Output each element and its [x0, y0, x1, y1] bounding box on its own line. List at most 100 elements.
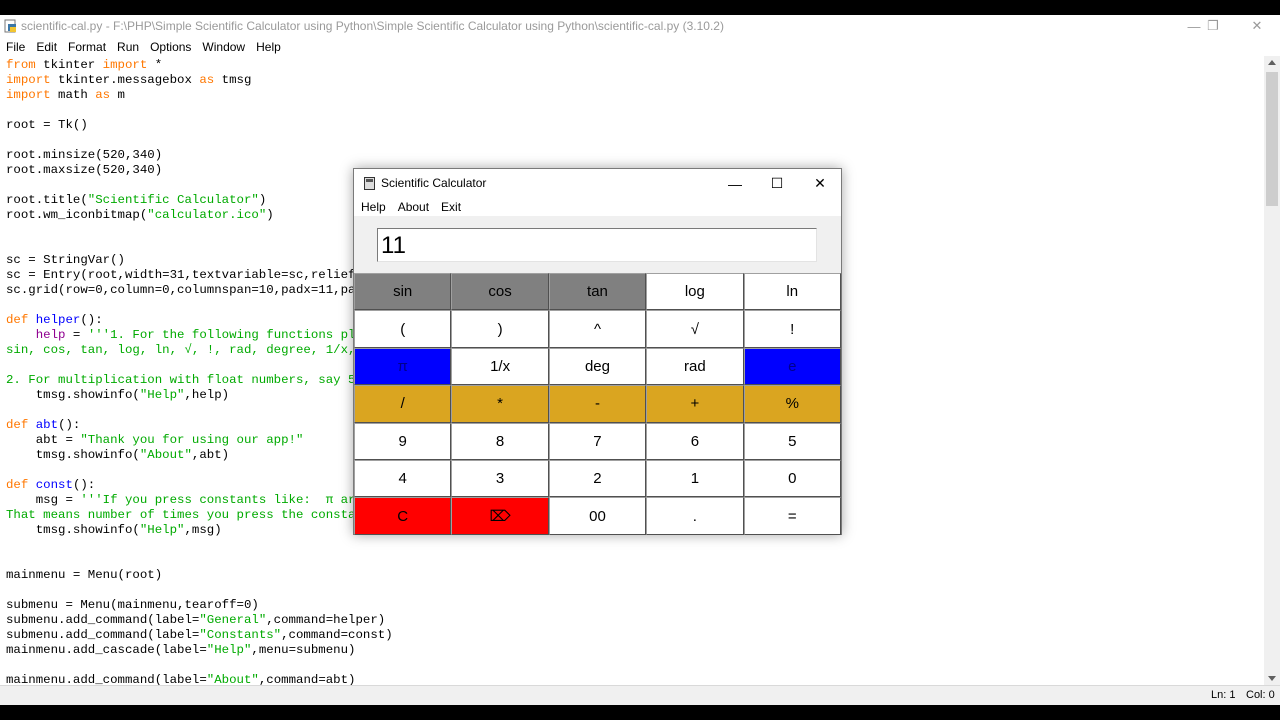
- code-line[interactable]: root.minsize(520,340): [6, 148, 393, 163]
- code-line[interactable]: sin, cos, tan, log, ln, √, !, rad, degre…: [6, 343, 393, 358]
- code-line[interactable]: mainmenu.add_command(label="About",comma…: [6, 673, 393, 685]
- key-e-button[interactable]: e: [743, 347, 841, 386]
- key-close-paren-button[interactable]: ): [451, 310, 549, 348]
- code-line[interactable]: ​: [6, 223, 393, 238]
- code-line[interactable]: root.maxsize(520,340): [6, 163, 393, 178]
- vertical-scrollbar[interactable]: [1264, 56, 1280, 685]
- code-text[interactable]: from tkinter import * import tkinter.mess…: [6, 58, 393, 685]
- key-multiply-button[interactable]: *: [451, 385, 549, 423]
- code-line[interactable]: submenu = Menu(mainmenu,tearoff=0): [6, 598, 393, 613]
- key-power-button[interactable]: ^: [548, 310, 647, 348]
- menu-file[interactable]: File: [0, 40, 30, 54]
- code-line[interactable]: ​: [6, 463, 393, 478]
- key-3-button[interactable]: 3: [451, 459, 549, 498]
- key-1-button[interactable]: 1: [646, 459, 744, 498]
- calc-close-icon[interactable]: ✕: [799, 169, 841, 198]
- calc-menu-exit[interactable]: Exit: [434, 200, 466, 214]
- key-5-button[interactable]: 5: [743, 422, 841, 460]
- key-pi-button[interactable]: π: [354, 347, 452, 386]
- code-line[interactable]: ​: [6, 658, 393, 673]
- key-tan-button[interactable]: tan: [548, 273, 647, 311]
- key-open-paren-button[interactable]: (: [354, 310, 452, 348]
- key-0-button[interactable]: 0: [743, 459, 841, 498]
- close-icon[interactable]: ✕: [1235, 15, 1279, 37]
- menu-edit[interactable]: Edit: [30, 40, 62, 54]
- key-plus-button[interactable]: +: [646, 385, 744, 423]
- code-line[interactable]: mainmenu.add_cascade(label="Help",menu=s…: [6, 643, 393, 658]
- key-deg-button[interactable]: deg: [548, 347, 647, 386]
- code-line[interactable]: submenu.add_command(label="General",comm…: [6, 613, 393, 628]
- code-line[interactable]: from tkinter import *: [6, 58, 393, 73]
- menu-run[interactable]: Run: [111, 40, 144, 54]
- calc-maximize-icon[interactable]: ☐: [756, 169, 798, 198]
- code-line[interactable]: def abt():: [6, 418, 393, 433]
- code-line[interactable]: ​: [6, 553, 393, 568]
- code-line[interactable]: import math as m: [6, 88, 393, 103]
- code-line[interactable]: ​: [6, 298, 393, 313]
- code-line[interactable]: def helper():: [6, 313, 393, 328]
- key-cos-button[interactable]: cos: [451, 273, 549, 311]
- code-line[interactable]: root = Tk(): [6, 118, 393, 133]
- code-line[interactable]: sc = StringVar(): [6, 253, 393, 268]
- code-line[interactable]: ​: [6, 178, 393, 193]
- menu-help[interactable]: Help: [250, 40, 286, 54]
- code-line[interactable]: submenu.add_command(label="Constants",co…: [6, 628, 393, 643]
- key-divide-button[interactable]: /: [354, 385, 452, 423]
- scrollbar-thumb[interactable]: [1266, 72, 1278, 206]
- keypad: sin cos tan log ln () ^ √! π 1/x deg rad e / * - +% 9 8 7 6 5…: [354, 273, 841, 535]
- calc-menu-help[interactable]: Help: [354, 200, 391, 214]
- code-line[interactable]: ​: [6, 583, 393, 598]
- scroll-up-icon[interactable]: [1268, 60, 1276, 65]
- code-line[interactable]: ​: [6, 133, 393, 148]
- menu-window[interactable]: Window: [196, 40, 250, 54]
- key-8-button[interactable]: 8: [451, 422, 549, 460]
- key-sin-button[interactable]: sin: [354, 273, 452, 311]
- code-line[interactable]: mainmenu = Menu(root): [6, 568, 393, 583]
- key-sqrt-button[interactable]: √: [646, 310, 744, 348]
- code-line[interactable]: ​: [6, 238, 393, 253]
- key-backspace-button[interactable]: ⌦: [451, 497, 549, 535]
- key-factorial-button[interactable]: !: [743, 310, 841, 348]
- restore-icon[interactable]: ❐: [1191, 15, 1235, 37]
- key-6-button[interactable]: 6: [646, 422, 744, 460]
- key-7-button[interactable]: 7: [548, 422, 647, 460]
- code-line[interactable]: help = '''1. For the following functions…: [6, 328, 393, 343]
- calculator-display[interactable]: 11: [377, 228, 817, 262]
- code-line[interactable]: msg = '''If you press constants like: π …: [6, 493, 393, 508]
- key-minus-button[interactable]: -: [548, 385, 647, 423]
- code-line[interactable]: tmsg.showinfo("Help",msg): [6, 523, 393, 538]
- code-line[interactable]: import tkinter.messagebox as tmsg: [6, 73, 393, 88]
- key-equals-button[interactable]: =: [743, 497, 841, 535]
- key-clear-button[interactable]: C: [354, 497, 452, 535]
- key-decimal-button[interactable]: .: [646, 497, 744, 535]
- code-line[interactable]: ​: [6, 103, 393, 118]
- code-line[interactable]: root.wm_iconbitmap("calculator.ico"): [6, 208, 393, 223]
- calc-minimize-icon[interactable]: —: [714, 169, 756, 198]
- menu-options[interactable]: Options: [144, 40, 196, 54]
- code-line[interactable]: That means number of times you press the…: [6, 508, 393, 523]
- code-line[interactable]: tmsg.showinfo("About",abt): [6, 448, 393, 463]
- code-line[interactable]: abt = "Thank you for using our app!": [6, 433, 393, 448]
- key-ln-button[interactable]: ln: [743, 273, 841, 311]
- scroll-down-icon[interactable]: [1268, 676, 1276, 681]
- code-line[interactable]: def const():: [6, 478, 393, 493]
- key-percent-button[interactable]: %: [743, 385, 841, 423]
- key-00-button[interactable]: 00: [548, 497, 647, 535]
- code-line[interactable]: ​: [6, 358, 393, 373]
- code-line[interactable]: sc.grid(row=0,column=0,columnspan=10,pad…: [6, 283, 393, 298]
- code-line[interactable]: ​: [6, 538, 393, 553]
- key-log-button[interactable]: log: [646, 273, 744, 311]
- calc-menu-about[interactable]: About: [391, 200, 434, 214]
- key-9-button[interactable]: 9: [354, 422, 452, 460]
- code-line[interactable]: 2. For multiplication with float numbers…: [6, 373, 393, 388]
- code-line[interactable]: ​: [6, 403, 393, 418]
- code-line[interactable]: sc = Entry(root,width=31,textvariable=sc…: [6, 268, 393, 283]
- key-2-button[interactable]: 2: [548, 459, 647, 498]
- column-indicator: Col: 0: [1246, 689, 1275, 701]
- menu-format[interactable]: Format: [62, 40, 111, 54]
- code-line[interactable]: root.title("Scientific Calculator"): [6, 193, 393, 208]
- code-line[interactable]: tmsg.showinfo("Help",help): [6, 388, 393, 403]
- key-reciprocal-button[interactable]: 1/x: [451, 347, 549, 386]
- key-4-button[interactable]: 4: [354, 459, 452, 498]
- key-rad-button[interactable]: rad: [646, 347, 744, 386]
